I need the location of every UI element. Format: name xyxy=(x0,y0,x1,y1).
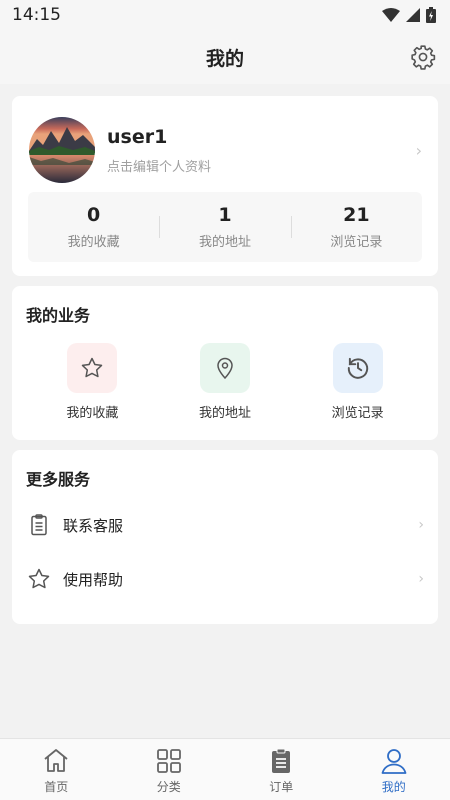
tab-label: 我的 xyxy=(381,780,406,794)
status-icons xyxy=(382,7,436,23)
chevron-right-icon: › xyxy=(418,571,424,587)
stat-favorites[interactable]: 0 我的收藏 xyxy=(28,204,159,250)
tab-label: 订单 xyxy=(269,780,294,794)
menu-item-label: 使用帮助 xyxy=(63,570,124,589)
battery-icon xyxy=(426,7,436,23)
stat-value: 21 xyxy=(343,204,370,226)
username: user1 xyxy=(107,125,168,148)
stat-value: 0 xyxy=(87,204,101,226)
business-item-address[interactable]: 我的地址 xyxy=(159,343,292,421)
app-header: 我的 xyxy=(0,30,450,84)
section-title: 更多服务 xyxy=(26,470,91,489)
more-services-list: 联系客服 › 使用帮助 › xyxy=(26,498,424,606)
order-icon xyxy=(272,748,291,773)
business-item-label: 浏览记录 xyxy=(331,406,384,421)
business-grid: 我的收藏 我的地址 浏览记录 xyxy=(26,343,424,421)
tab-bar: 首页 分类 订单 我的 xyxy=(0,738,450,800)
profile-card: user1 点击编辑个人资料 › 0 我的收藏 1 我的地址 21 浏览记录 xyxy=(12,96,438,276)
page-title: 我的 xyxy=(205,47,244,70)
chevron-right-icon: › xyxy=(418,517,424,533)
chevron-right-icon: › xyxy=(415,141,422,160)
clipboard-icon xyxy=(31,514,47,536)
business-item-label: 我的地址 xyxy=(199,406,252,421)
business-item-history[interactable]: 浏览记录 xyxy=(291,343,424,421)
business-item-favorites[interactable]: 我的收藏 xyxy=(26,343,159,421)
stat-label: 我的地址 xyxy=(198,235,251,250)
menu-item-customer-service[interactable]: 联系客服 › xyxy=(26,498,424,552)
tab-label: 首页 xyxy=(44,780,69,794)
edit-profile-hint: 点击编辑个人资料 xyxy=(107,159,212,175)
user-icon xyxy=(381,749,407,774)
menu-item-label: 联系客服 xyxy=(63,516,124,535)
stats-bar: 0 我的收藏 1 我的地址 21 浏览记录 xyxy=(28,192,422,262)
grid-icon xyxy=(156,749,181,773)
wifi-icon xyxy=(382,8,400,22)
star-outline-icon xyxy=(28,568,50,589)
signal-icon xyxy=(406,8,420,22)
more-services-card: 更多服务 联系客服 › 使用帮助 › xyxy=(12,450,438,624)
status-bar: 14:15 xyxy=(0,0,450,30)
stat-addresses[interactable]: 1 我的地址 xyxy=(159,204,290,250)
menu-item-help[interactable]: 使用帮助 › xyxy=(26,552,424,606)
tab-label: 分类 xyxy=(156,780,181,794)
tab-mine[interactable]: 我的 xyxy=(338,739,450,800)
stat-label: 我的收藏 xyxy=(67,235,120,250)
section-title: 我的业务 xyxy=(26,306,91,325)
business-card: 我的业务 我的收藏 我的地址 浏览记录 xyxy=(12,286,438,440)
home-icon xyxy=(44,749,68,772)
location-pin-icon xyxy=(200,343,250,393)
star-icon xyxy=(67,343,118,393)
stat-label: 浏览记录 xyxy=(330,235,383,250)
stat-history[interactable]: 21 浏览记录 xyxy=(290,204,422,250)
profile-edit-row[interactable]: user1 点击编辑个人资料 › xyxy=(28,116,422,184)
history-icon xyxy=(332,343,383,393)
business-item-label: 我的收藏 xyxy=(66,406,119,421)
tab-home[interactable]: 首页 xyxy=(0,739,113,800)
stat-value: 1 xyxy=(218,204,232,226)
status-time: 14:15 xyxy=(12,5,61,25)
gear-icon[interactable] xyxy=(410,44,436,70)
tab-orders[interactable]: 订单 xyxy=(225,739,338,800)
tab-category[interactable]: 分类 xyxy=(113,739,226,800)
avatar[interactable] xyxy=(29,117,95,183)
